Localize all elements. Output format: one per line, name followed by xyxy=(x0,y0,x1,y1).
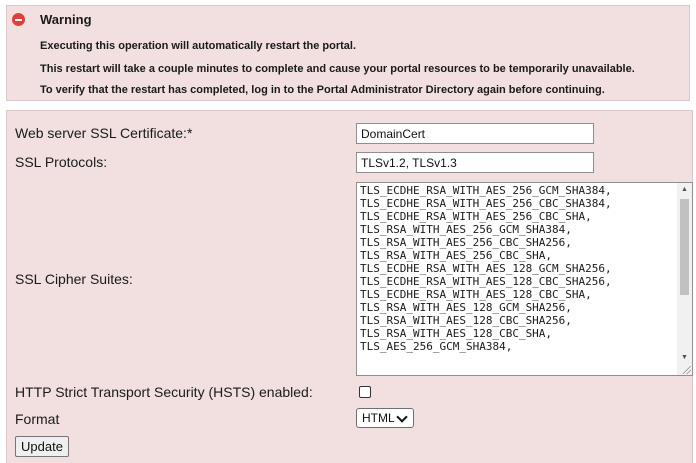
format-select[interactable]: HTML xyxy=(356,408,414,428)
cipher-suite-line: TLS_RSA_WITH_AES_256_CBC_SHA256, xyxy=(360,236,572,249)
settings-form: Web server SSL Certificate:* SSL Protoco… xyxy=(6,110,693,463)
ssl-certificate-input[interactable] xyxy=(356,123,594,144)
format-selected-value: HTML xyxy=(362,411,395,425)
warning-panel: Warning Executing this operation will au… xyxy=(6,5,690,101)
scroll-up-arrow-icon[interactable]: ▲ xyxy=(677,183,692,197)
warning-line: Executing this operation will automatica… xyxy=(40,40,357,52)
scroll-down-arrow-icon[interactable]: ▼ xyxy=(677,351,692,365)
cipher-suite-line: TLS_ECDHE_RSA_WITH_AES_256_GCM_SHA384, xyxy=(360,184,612,197)
cipher-suite-line: TLS_RSA_WITH_AES_128_CBC_SHA256, xyxy=(360,314,572,327)
ssl-protocols-input[interactable] xyxy=(356,152,594,173)
cipher-suite-line: TLS_RSA_WITH_AES_256_GCM_SHA384, xyxy=(360,223,572,236)
hsts-label: HTTP Strict Transport Security (HSTS) en… xyxy=(15,384,313,400)
ssl-certificate-label: Web server SSL Certificate:* xyxy=(15,125,193,141)
resize-grip-icon[interactable] xyxy=(683,366,691,374)
cipher-suite-line: TLS_AES_256_GCM_SHA384, xyxy=(360,340,513,353)
warning-title: Warning xyxy=(40,12,92,27)
cipher-suite-line: TLS_ECDHE_RSA_WITH_AES_256_CBC_SHA384, xyxy=(360,197,612,210)
warning-line: This restart will take a couple minutes … xyxy=(40,63,635,75)
cipher-suite-line: TLS_ECDHE_RSA_WITH_AES_128_CBC_SHA256, xyxy=(360,275,612,288)
cipher-suite-line: TLS_ECDHE_RSA_WITH_AES_128_CBC_SHA, xyxy=(360,288,592,301)
scrollbar-thumb[interactable] xyxy=(680,199,689,295)
cipher-suite-line: TLS_ECDHE_RSA_WITH_AES_256_CBC_SHA, xyxy=(360,210,592,223)
cipher-suite-line: TLS_ECDHE_RSA_WITH_AES_128_GCM_SHA256, xyxy=(360,262,612,275)
ssl-cipher-suites-textarea[interactable]: TLS_ECDHE_RSA_WITH_AES_256_GCM_SHA384, T… xyxy=(356,182,693,376)
warning-line: To verify that the restart has completed… xyxy=(40,84,605,96)
cipher-suite-line: TLS_RSA_WITH_AES_128_CBC_SHA, xyxy=(360,327,553,340)
hsts-checkbox[interactable] xyxy=(359,386,371,398)
cipher-suites-text: TLS_ECDHE_RSA_WITH_AES_256_GCM_SHA384, T… xyxy=(360,184,676,353)
ssl-cipher-suites-label: SSL Cipher Suites: xyxy=(15,271,133,287)
warning-minus-icon xyxy=(12,13,25,26)
chevron-down-icon xyxy=(396,411,408,423)
cipher-suite-line: TLS_RSA_WITH_AES_256_CBC_SHA, xyxy=(360,249,553,262)
textarea-scrollbar[interactable]: ▲ ▼ xyxy=(677,183,692,375)
cipher-suite-line: TLS_RSA_WITH_AES_128_GCM_SHA256, xyxy=(360,301,572,314)
ssl-protocols-label: SSL Protocols: xyxy=(15,154,108,170)
format-label: Format xyxy=(15,411,60,427)
update-button[interactable]: Update xyxy=(15,436,69,457)
